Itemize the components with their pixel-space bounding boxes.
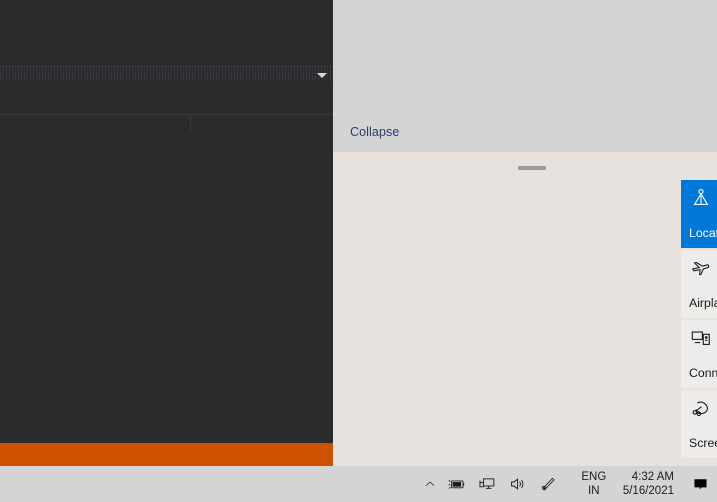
quick-action-tile-airplane-mode[interactable]: Airplane mode [681,250,717,318]
action-center-icon[interactable] [683,466,717,502]
chevron-down-icon[interactable] [317,73,327,78]
editor-striped-row [0,67,333,81]
editor-top-area [0,0,333,67]
pen-icon[interactable] [533,466,563,502]
notifications-area: Collapse [333,0,717,152]
editor-tab-row [0,115,333,132]
action-center-panel: Collapse Location [333,0,717,466]
quick-actions-grid: Location Battery saver Not connecte [681,180,717,458]
screen: Collapse Location [0,0,717,502]
editor-content-area[interactable] [0,131,333,443]
taskbar[interactable]: ENG IN 4:32 AM 5/16/2021 [0,466,717,502]
volume-icon[interactable] [503,466,533,502]
quick-action-label: Location [689,226,717,240]
screen-snip-icon [690,397,712,419]
editor-column-divider [190,115,191,131]
battery-icon[interactable] [443,466,473,502]
airplane-icon [690,257,712,279]
quick-action-label: Airplane mode [689,296,717,310]
quick-actions-resize-zone[interactable] [333,152,717,174]
connect-icon [690,327,712,349]
editor-status-bar[interactable] [0,443,333,466]
system-tray: ENG IN 4:32 AM 5/16/2021 [417,466,717,502]
location-icon [690,187,712,209]
clock-time: 4:32 AM [631,471,674,483]
network-icon[interactable] [473,466,503,502]
quick-action-label: Connect [689,366,717,380]
language-line1: ENG [581,471,607,483]
quick-action-tile-screen-snip[interactable]: Screen snip [681,390,717,458]
show-hidden-icons-icon[interactable] [417,466,443,502]
language-indicator[interactable]: ENG IN [573,466,615,502]
quick-action-tile-connect[interactable]: Connect [681,320,717,388]
clock[interactable]: 4:32 AM 5/16/2021 [615,466,683,502]
clock-date: 5/16/2021 [622,485,674,497]
background-editor-window[interactable] [0,0,333,466]
quick-action-label: Screen snip [689,436,717,450]
collapse-link[interactable]: Collapse [350,125,399,139]
language-line2: IN [588,485,600,497]
quick-action-tile-location[interactable]: Location [681,180,717,248]
drag-handle[interactable] [518,166,546,170]
quick-actions-area [333,152,717,466]
editor-secondary-row [0,81,333,115]
